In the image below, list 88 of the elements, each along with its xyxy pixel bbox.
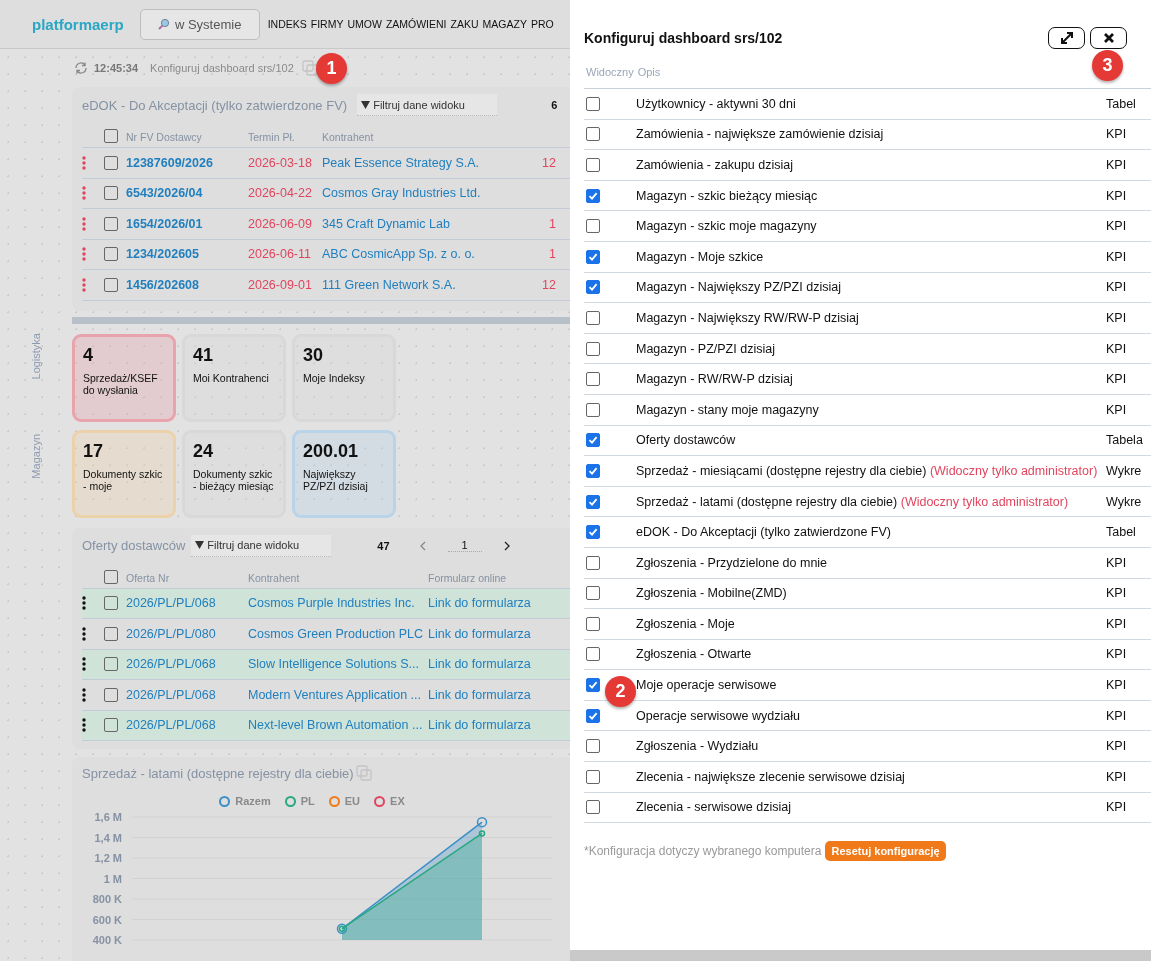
widget-name: Oferty dostawców: [636, 433, 737, 448]
widget-name: Magazyn - Największy PZ/PZI dzisiaj: [636, 280, 842, 295]
table-cell-text: 12: [542, 155, 557, 170]
table-cell-text: 1: [549, 216, 557, 231]
widget-name: Zgłoszenia - Moje: [636, 616, 736, 631]
widget-name: Magazyn - Moje szkice: [636, 249, 765, 264]
widget-name: Zgłoszenia - Przydzielone do mnie: [636, 555, 829, 570]
widget-name: Zlecenia - największe zlecenie serwisowe dzisiaj: [636, 769, 906, 784]
widget-type: KPI: [1106, 800, 1128, 815]
section-label: Logistyka: [29, 333, 43, 380]
widget-name: Zlecenia - serwisowe dzisiaj: [636, 800, 792, 815]
due-date-cell-text: 2026-09-01: [248, 277, 313, 292]
widget-type: Wykre: [1106, 494, 1143, 509]
footnote-text: *Konfiguracja dotyczy wybranego komputera: [584, 844, 822, 859]
axis-tick-label: 1 M: [103, 872, 122, 885]
widget-type: KPI: [1106, 647, 1128, 662]
widget-type: KPI: [1106, 188, 1128, 203]
widget-name: Operacje serwisowe wydziału: [636, 708, 801, 723]
panel-title: Konfiguruj dashboard srs/102: [584, 30, 784, 46]
widget-type: KPI: [1106, 249, 1128, 264]
kpi-value: 30: [303, 344, 325, 366]
column-header: Widoczny: [586, 66, 634, 78]
widget-type: KPI: [1106, 402, 1128, 417]
widget-type: KPI: [1106, 586, 1128, 601]
axis-tick-label: 400 K: [92, 934, 122, 946]
widget-type: KPI: [1106, 769, 1128, 784]
widget-type: KPI: [1106, 616, 1128, 631]
widget-type: KPI: [1106, 158, 1128, 172]
widget-type: KPI: [1106, 341, 1128, 356]
kpi-value: 200.01: [303, 440, 360, 462]
widget-name: Magazyn - Największy RW/RW-P dzisiaj: [636, 310, 860, 325]
kpi-label: Dokumenty szkic - bieżący miesiąc: [193, 467, 275, 492]
due-date-cell-text: 2026-06-09: [248, 216, 313, 231]
widget-type: Tabel: [1106, 96, 1137, 111]
kpi-value: 17: [83, 440, 105, 462]
kpi-label: Moi Kontrahenci: [193, 371, 270, 384]
axis-tick-label: 1,6 M: [94, 811, 122, 823]
widget-type: KPI: [1106, 310, 1128, 325]
kpi-value: 24: [193, 440, 215, 462]
widget-type: KPI: [1106, 280, 1128, 295]
panel-title: eDOK - Do Akceptacji (tylko zatwierdzone FV): [82, 97, 348, 113]
record-count: 47: [377, 539, 390, 552]
widget-name: Magazyn - stany moje magazyny: [636, 402, 820, 417]
table-cell-text: 12: [542, 277, 557, 292]
widget-name: Magazyn - szkic bieżący miesiąc: [636, 188, 819, 203]
due-date-cell-text: 2026-04-22: [248, 186, 313, 201]
due-date-cell-text: 2026-03-18: [248, 155, 313, 170]
due-date-cell-text: 2026-06-11: [248, 247, 312, 262]
panel-title: Oferty dostawców: [82, 538, 186, 553]
kpi-value: 4: [83, 344, 94, 366]
widget-name: Zgłoszenia - Otwarte: [636, 647, 753, 662]
widget-name: Zamówienia - zakupu dzisiaj: [636, 158, 794, 172]
widget-type: KPI: [1106, 372, 1128, 387]
widget-type: KPI: [1106, 739, 1128, 754]
widget-type: KPI: [1106, 708, 1128, 723]
column-header: Opis: [637, 66, 661, 78]
widget-name: Zgłoszenia - Mobilne(ZMD): [636, 586, 788, 601]
kpi-label: Moje Indeksy: [303, 371, 366, 384]
kpi-value: 41: [193, 344, 215, 366]
widget-name: Magazyn - szkic moje magazyny: [636, 219, 818, 234]
widget-name: eDOK - Do Akceptacji (tylko zatwierdzone FV): [636, 525, 892, 540]
widget-type: KPI: [1106, 219, 1128, 234]
widget-name: Zamówienia - największe zamówienie dzisiaj: [636, 127, 885, 142]
record-count: 6: [551, 99, 558, 111]
widget-type: KPI: [1106, 127, 1128, 142]
widget-type: KPI: [1106, 678, 1128, 693]
axis-tick-label: 600 K: [92, 913, 122, 926]
widget-name: Sprzedaż - miesiącami (dostępne rejestry dla ciebie) (Widoczny tylko administrator): [636, 463, 1099, 478]
axis-tick-label: 1,4 M: [94, 831, 122, 844]
widget-name: Magazyn - RW/RW-P dzisiaj: [636, 372, 794, 387]
widget-type: Wykre: [1106, 463, 1143, 478]
axis-tick-label: 1,2 M: [94, 852, 122, 864]
axis-tick-label: 800 K: [92, 893, 122, 905]
widget-name: Sprzedaż - latami (dostępne rejestry dla ciebie) (Widoczny tylko administrator): [636, 494, 1070, 509]
widget-name: Magazyn - PZ/PZI dzisiaj: [636, 341, 776, 356]
widget-name: Użytkownicy - aktywni 30 dni: [636, 96, 797, 111]
time-text: 12:45:34: [94, 62, 139, 74]
widget-type: KPI: [1106, 555, 1128, 570]
widget-name: Zgłoszenia - Wydziału: [636, 739, 760, 754]
widget-name: Moje operacje serwisowe: [636, 678, 778, 693]
kpi-label: Dokumenty szkic - moje: [83, 467, 164, 492]
panel-title: Sprzedaż - latami (dostępne rejestry dla ciebie): [82, 765, 354, 781]
widget-type: Tabel: [1106, 525, 1137, 540]
kpi-label: Największy PZ/PZI dzisiaj: [303, 467, 369, 492]
table-cell-text: 1: [549, 247, 557, 262]
widget-type: Tabela: [1106, 433, 1144, 448]
kpi-label: Sprzedaż/KSEF do wysłania: [83, 371, 159, 396]
section-label: Magazyn: [29, 434, 43, 480]
